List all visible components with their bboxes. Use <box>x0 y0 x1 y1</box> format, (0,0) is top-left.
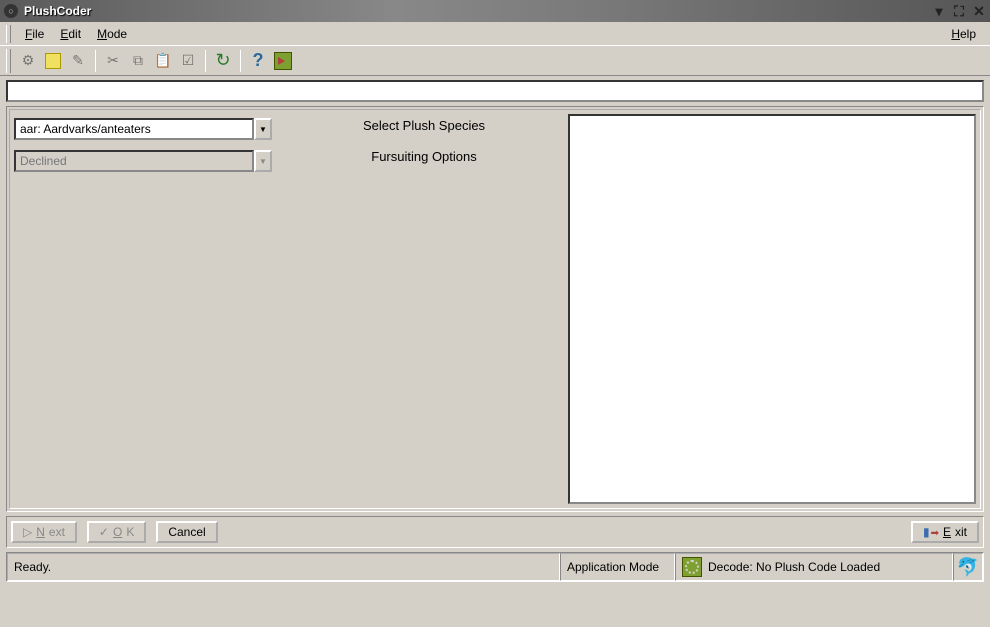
button-row: ▷ Next ✓ OK Cancel Exit <box>6 516 984 548</box>
pointer-icon[interactable] <box>271 49 295 73</box>
menu-file[interactable]: File <box>17 25 52 43</box>
status-text: Ready. <box>7 553 560 581</box>
toolbar: ⚙ ✎ ✂ ⧉ 📋 ☑ ↻ ? <box>0 46 990 76</box>
exit-button[interactable]: Exit <box>911 521 979 543</box>
check-icon[interactable]: ☑ <box>176 49 200 73</box>
maximize-icon[interactable]: ⛶ <box>952 4 966 18</box>
toolbar-separator <box>205 50 206 72</box>
window-title: PlushCoder <box>24 4 932 18</box>
menubar-grip <box>6 25 11 43</box>
wizard-icon[interactable]: ✎ <box>66 49 90 73</box>
cut-icon[interactable]: ✂ <box>101 49 125 73</box>
paste-icon[interactable]: 📋 <box>151 49 175 73</box>
chevron-down-icon[interactable]: ▼ <box>254 118 272 140</box>
new-icon[interactable]: ⚙ <box>16 49 40 73</box>
species-dropdown[interactable]: aar: Aardvarks/anteaters ▼ <box>14 118 272 140</box>
species-dropdown-value: aar: Aardvarks/anteaters <box>14 118 254 140</box>
fursuit-dropdown-value: Declined <box>14 150 254 172</box>
left-column: aar: Aardvarks/anteaters ▼ Declined ▼ <box>10 110 284 508</box>
main-panel-wrap: aar: Aardvarks/anteaters ▼ Declined ▼ Se… <box>6 106 984 512</box>
ok-button[interactable]: ✓ OK <box>87 521 146 543</box>
status-decode-text: Decode: No Plush Code Loaded <box>708 560 880 574</box>
shade-icon[interactable]: ▾ <box>932 4 946 18</box>
middle-column: Select Plush Species Fursuiting Options <box>284 110 564 508</box>
refresh-icon[interactable]: ↻ <box>211 49 235 73</box>
species-label: Select Plush Species <box>284 118 564 133</box>
close-icon[interactable]: ✕ <box>972 4 986 18</box>
menu-mode[interactable]: Mode <box>89 25 135 43</box>
help-icon[interactable]: ? <box>246 49 270 73</box>
chevron-down-icon[interactable]: ▼ <box>254 150 272 172</box>
exit-icon <box>923 525 939 539</box>
copy-icon[interactable]: ⧉ <box>126 49 150 73</box>
app-icon: ○ <box>4 4 18 18</box>
status-logo: 🐬 <box>953 553 983 581</box>
toolbar-grip <box>6 49 11 73</box>
main-panel: aar: Aardvarks/anteaters ▼ Declined ▼ Se… <box>9 109 981 509</box>
menubar: File Edit Mode Help <box>0 22 990 46</box>
status-mode-label: Application Mode <box>560 553 675 581</box>
status-decode: Decode: No Plush Code Loaded <box>675 553 953 581</box>
save-icon[interactable] <box>41 49 65 73</box>
mode-icon <box>682 557 702 577</box>
preview-panel <box>568 114 976 504</box>
menu-help[interactable]: Help <box>943 25 984 43</box>
statusbar: Ready. Application Mode Decode: No Plush… <box>6 552 984 582</box>
toolbar-separator <box>95 50 96 72</box>
fursuit-dropdown[interactable]: Declined ▼ <box>14 150 272 172</box>
window-titlebar: ○ PlushCoder ▾ ⛶ ✕ <box>0 0 990 22</box>
cancel-label: Cancel <box>168 525 205 539</box>
toolbar-separator <box>240 50 241 72</box>
cancel-button[interactable]: Cancel <box>156 521 217 543</box>
menu-edit[interactable]: Edit <box>52 25 89 43</box>
dolphin-icon: 🐬 <box>957 557 979 578</box>
fursuit-label: Fursuiting Options <box>284 149 564 164</box>
code-input[interactable] <box>6 80 984 102</box>
next-button[interactable]: ▷ Next <box>11 521 77 543</box>
